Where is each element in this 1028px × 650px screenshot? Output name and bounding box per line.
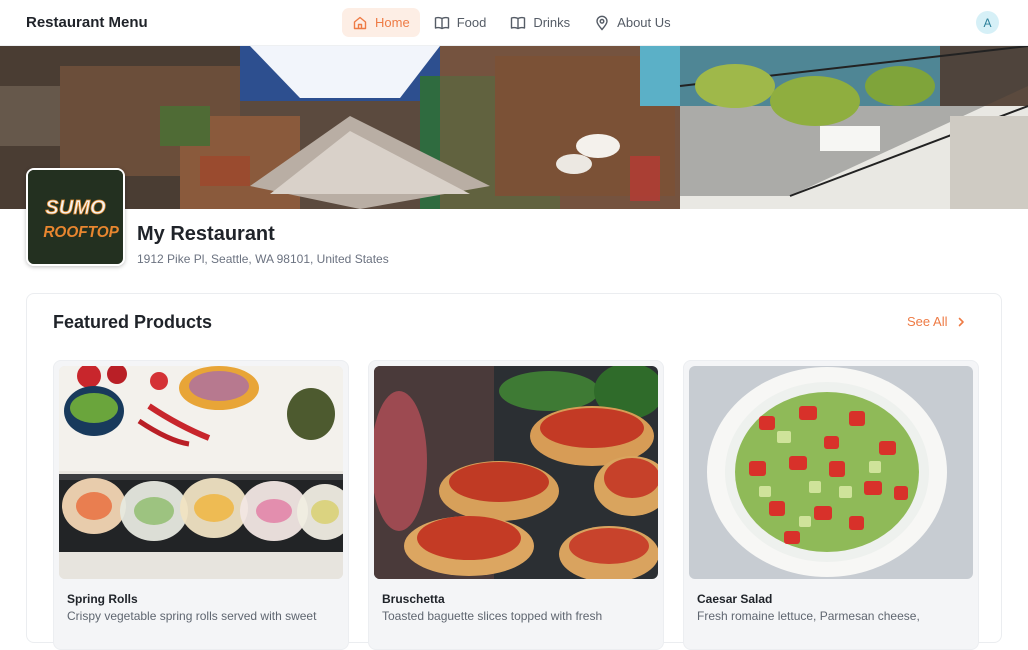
section-title: Featured Products bbox=[53, 312, 213, 332]
nav-item-label: Home bbox=[375, 15, 410, 30]
nav-item-about-us[interactable]: About Us bbox=[584, 8, 680, 37]
map-pin-icon bbox=[596, 15, 608, 31]
product-card-caesar-salad[interactable]: Caesar Salad Fresh romaine lettuce, Parm… bbox=[683, 360, 979, 650]
nav-item-label: About Us bbox=[617, 15, 671, 30]
chevron-right-icon bbox=[959, 317, 965, 326]
product-title: Spring Rolls bbox=[67, 592, 138, 606]
product-description: Fresh romaine lettuce, Parmesan cheese, bbox=[697, 609, 920, 623]
product-title: Caesar Salad bbox=[697, 592, 773, 606]
nav-item-food[interactable]: Food bbox=[424, 8, 497, 37]
product-image bbox=[689, 366, 973, 579]
restaurant-logo: SUMO ROOFTOP bbox=[26, 168, 125, 266]
nav-item-label: Food bbox=[456, 15, 487, 30]
home-icon bbox=[353, 16, 367, 29]
product-card-spring-rolls[interactable]: Spring Rolls Crispy vegetable spring rol… bbox=[53, 360, 349, 650]
nav-item-drinks[interactable]: Drinks bbox=[500, 8, 580, 37]
nav-item-home[interactable]: Home bbox=[342, 8, 420, 37]
book-icon bbox=[434, 16, 449, 29]
see-all-link[interactable]: See All bbox=[907, 314, 967, 329]
main-nav: Home Food Drinks About Us bbox=[342, 8, 681, 37]
product-description: Crispy vegetable spring rolls served wit… bbox=[67, 609, 317, 623]
restaurant-name: My Restaurant bbox=[137, 223, 275, 245]
app-brand[interactable]: Restaurant Menu bbox=[26, 14, 148, 31]
svg-text:ROOFTOP: ROOFTOP bbox=[43, 224, 119, 241]
nav-item-label: Drinks bbox=[533, 15, 571, 30]
product-title: Bruschetta bbox=[382, 592, 445, 606]
product-description: Toasted baguette slices topped with fres… bbox=[382, 609, 603, 623]
product-card-bruschetta[interactable]: Bruschetta Toasted baguette slices toppe… bbox=[368, 360, 664, 650]
featured-products-section: Featured Products See All Spring Rolls C… bbox=[26, 293, 1002, 650]
see-all-label: See All bbox=[907, 314, 948, 329]
book-icon bbox=[511, 16, 526, 29]
svg-text:SUMO: SUMO bbox=[45, 197, 106, 219]
hero-banner-image bbox=[0, 46, 1028, 209]
product-image bbox=[374, 366, 658, 579]
product-image bbox=[59, 366, 343, 579]
restaurant-address: 1912 Pike Pl, Seattle, WA 98101, United … bbox=[137, 252, 389, 266]
user-avatar[interactable]: A bbox=[976, 11, 999, 34]
top-navbar: Restaurant Menu Home Food Drinks About U… bbox=[0, 0, 1028, 46]
